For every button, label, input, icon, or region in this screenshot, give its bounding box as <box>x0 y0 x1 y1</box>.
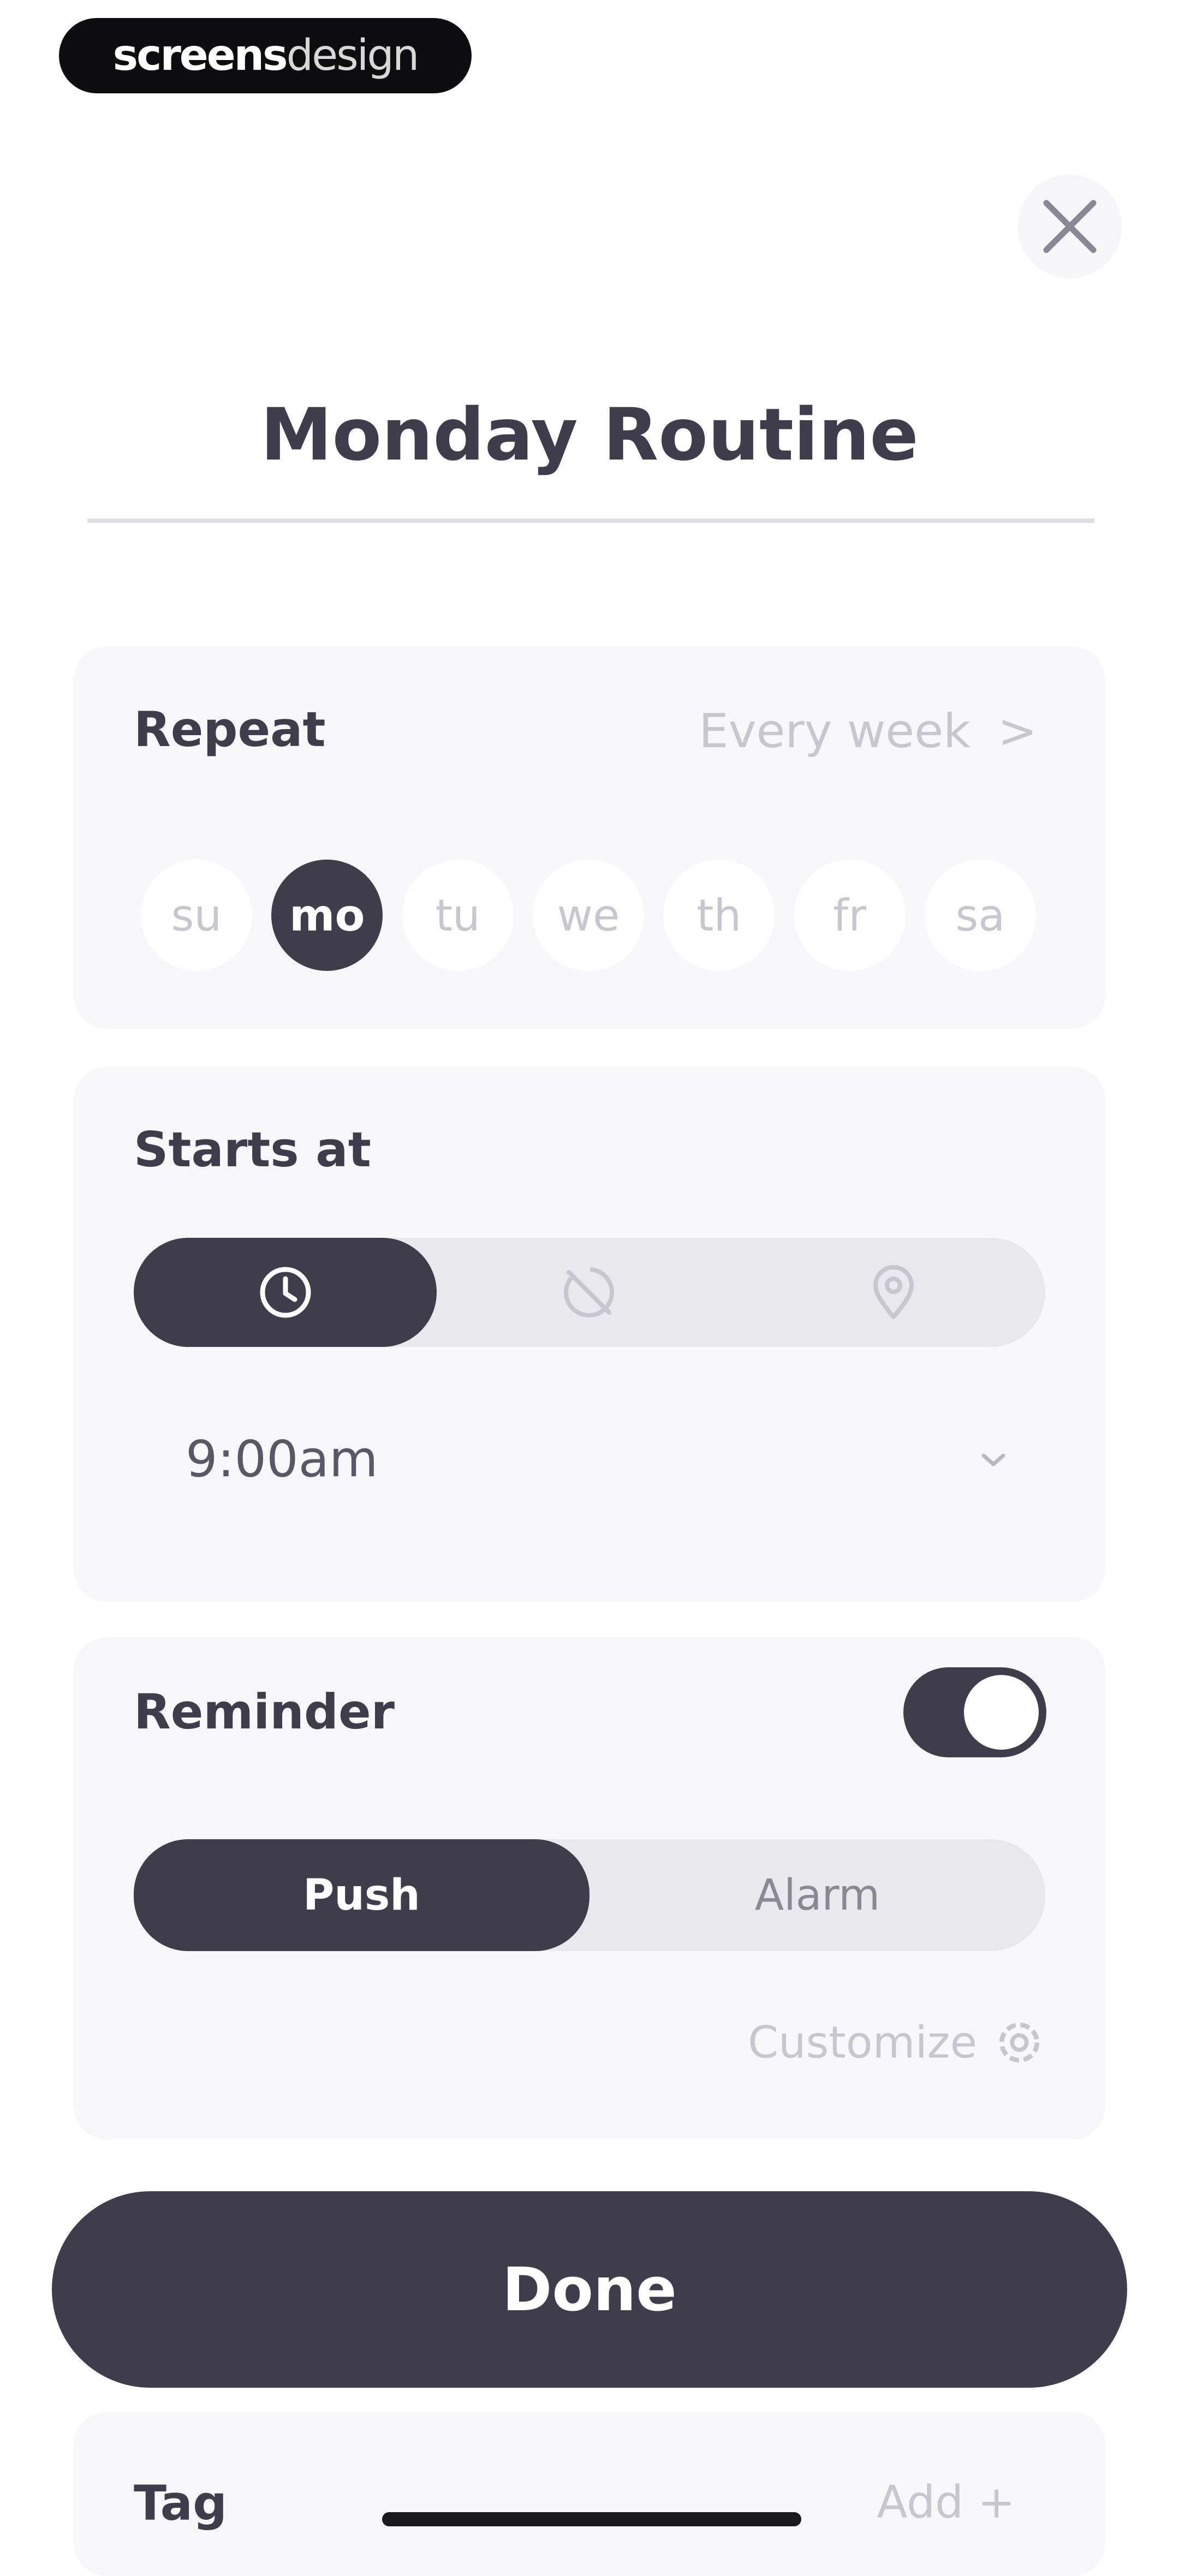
start-time-value: 9:00am <box>186 1430 378 1488</box>
start-time-dropdown[interactable]: 9:00am <box>134 1419 1045 1506</box>
push-label: Push <box>303 1870 420 1920</box>
reminder-type-segmented-control: Push Alarm <box>134 1839 1045 1951</box>
reminder-push-option[interactable]: Push <box>134 1839 590 1951</box>
tag-label: Tag <box>134 2475 228 2531</box>
no-time-icon <box>564 1267 614 1317</box>
reminder-alarm-option[interactable]: Alarm <box>590 1839 1045 1951</box>
close-icon <box>1043 200 1097 253</box>
weekday-selector: su mo tu we th fr sa <box>141 860 1036 971</box>
home-indicator <box>382 2512 801 2526</box>
day-th[interactable]: th <box>663 860 775 971</box>
alarm-label: Alarm <box>754 1870 880 1920</box>
customize-link[interactable]: Customize <box>748 2017 1045 2068</box>
day-we[interactable]: we <box>532 860 644 971</box>
repeat-label: Repeat <box>134 701 326 758</box>
chevron-down-icon <box>981 1453 1005 1466</box>
day-mo[interactable]: mo <box>271 860 383 971</box>
day-fr[interactable]: fr <box>794 860 906 971</box>
reminder-toggle[interactable] <box>903 1667 1046 1757</box>
toggle-knob <box>964 1675 1039 1750</box>
mode-no-time-segment[interactable] <box>437 1238 741 1347</box>
repeat-frequency-selector[interactable]: Every week > <box>699 704 1037 759</box>
customize-label: Customize <box>748 2017 977 2068</box>
screensdesign-watermark: screens design <box>59 18 472 93</box>
repeat-frequency-value: Every week <box>699 704 970 759</box>
chevron-right-icon: > <box>997 704 1037 759</box>
close-button[interactable] <box>1018 175 1122 278</box>
location-pin-icon <box>873 1265 914 1319</box>
day-tu[interactable]: tu <box>402 860 514 971</box>
title-underline <box>87 518 1094 523</box>
starts-at-label: Starts at <box>134 1122 371 1178</box>
mode-time-segment[interactable] <box>134 1238 437 1347</box>
day-su[interactable]: su <box>141 860 252 971</box>
gear-icon <box>999 2022 1040 2063</box>
day-sa[interactable]: sa <box>924 860 1036 971</box>
routine-title[interactable]: Monday Routine <box>0 393 1179 477</box>
clock-icon <box>260 1267 311 1318</box>
reminder-label: Reminder <box>134 1684 395 1740</box>
tag-add-button[interactable]: Add + <box>877 2477 1015 2529</box>
done-button[interactable]: Done <box>52 2191 1127 2388</box>
start-mode-segmented-control <box>134 1238 1045 1347</box>
mode-location-segment[interactable] <box>741 1238 1045 1347</box>
